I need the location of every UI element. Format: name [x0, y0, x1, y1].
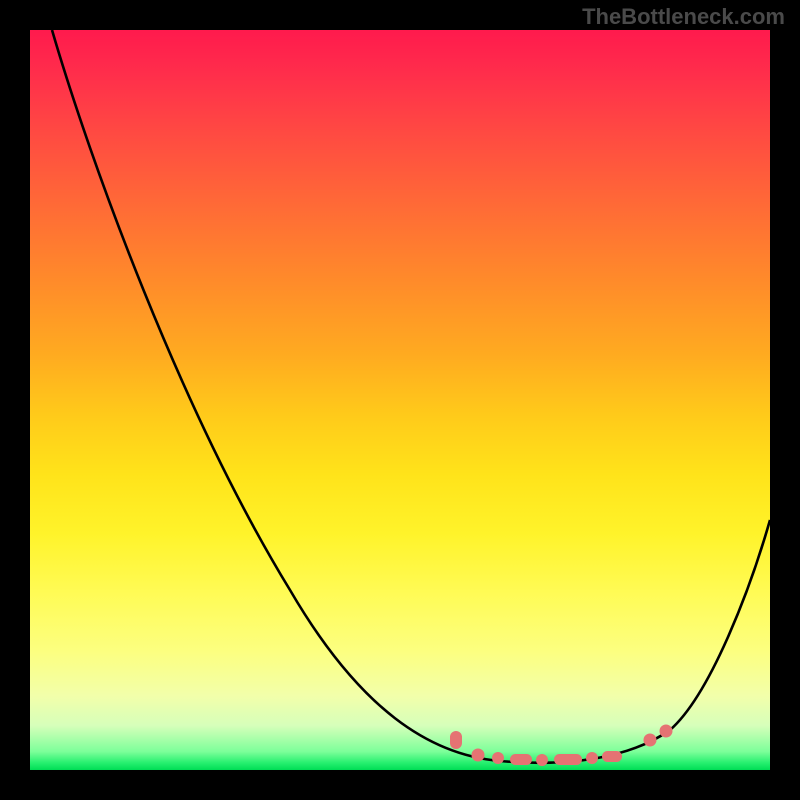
plot-area [30, 30, 770, 770]
watermark-text: TheBottleneck.com [582, 4, 785, 30]
bottleneck-curve [52, 30, 770, 763]
curve-overlay [30, 30, 770, 770]
chart-container: TheBottleneck.com [0, 0, 800, 800]
